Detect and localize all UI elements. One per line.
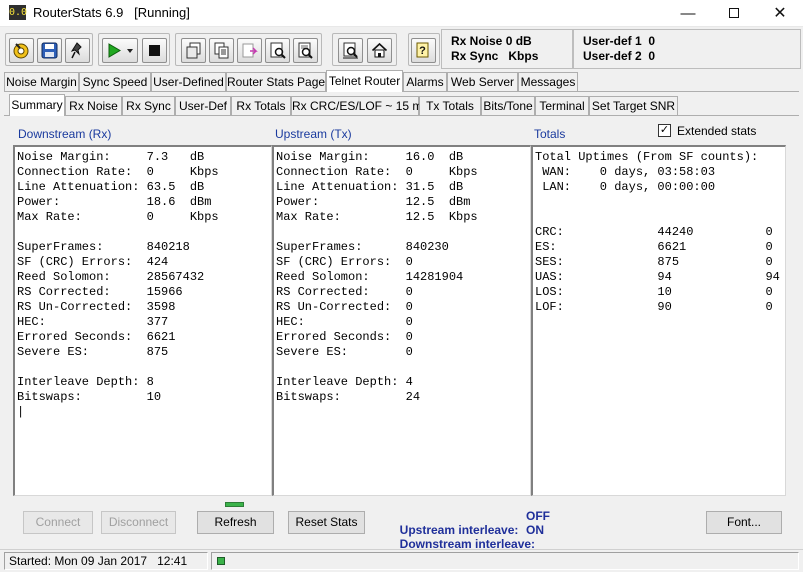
maximize-icon [729,7,739,18]
tab-router-stats-page[interactable]: Router Stats Page [226,72,326,92]
tab-telnet-router[interactable]: Telnet Router [326,70,403,92]
tab-tx-totals[interactable]: Tx Totals [419,96,481,116]
svg-text:?: ? [419,45,426,57]
rx-sync-value: Kbps [508,49,539,63]
downstream-panel[interactable]: Noise Margin: 7.3 dB Connection Rate: 0 … [13,145,272,496]
preview-zoom-button[interactable] [293,38,318,63]
preview-button[interactable] [265,38,290,63]
app-logo-icon: 0.0 [9,5,28,20]
connect-wizard-icon [13,43,29,59]
tab-bits-tone[interactable]: Bits/Tone [481,96,535,116]
copy-button[interactable] [181,38,206,63]
report-icon [343,42,358,59]
started-time: Started: Mon 09 Jan 2017 12:41 [4,552,208,570]
tab-sync-speed[interactable]: Sync Speed [79,72,151,92]
rx-sync-label: Rx Sync [451,49,499,63]
copy-icon [186,42,201,59]
downstream-stats-text: Noise Margin: 7.3 dB Connection Rate: 0 … [17,150,219,419]
tab-messages[interactable]: Messages [518,72,578,92]
maximize-button[interactable] [711,0,757,27]
sub-tab-bar: Summary Rx Noise Rx Sync User-Def Rx Tot… [4,94,799,116]
totals-title: Totals [534,127,566,141]
pin-icon [70,42,82,59]
tab-summary[interactable]: Summary [9,94,65,116]
toolbar-group-file [5,33,93,66]
upstream-stats-text: Noise Margin: 16.0 dB Connection Rate: 0… [276,150,478,404]
tab-set-target-snr[interactable]: Set Target SNR [589,96,678,116]
rx-noise-label: Rx Noise [451,34,503,48]
rx-noise-value: 0 dB [505,34,532,48]
paste-icon [242,43,258,58]
main-tab-bar: Noise Margin Sync Speed User-Defined Rou… [4,70,799,92]
connect-button[interactable]: Connect [23,511,93,534]
tab-user-defined[interactable]: User-Defined [151,72,226,92]
extended-stats-checkbox[interactable]: ✓ [658,124,671,137]
paste-button[interactable] [237,38,262,63]
toolbar-group-report [332,33,397,66]
toolbar: ? Rx Noise 0 dB Rx Sync Kbps User-def 1 … [0,29,803,69]
reset-stats-button[interactable]: Reset Stats [288,511,365,534]
user-def-1-value: 0 [648,34,656,48]
preview-icon [270,42,286,59]
save-icon [41,42,58,59]
close-button[interactable]: ✕ [757,0,803,27]
tab-terminal[interactable]: Terminal [535,96,589,116]
start-button[interactable] [102,38,138,63]
help-icon: ? [416,42,429,58]
totals-stats-text: Total Uptimes (From SF counts): WAN: 0 d… [535,150,780,314]
connection-status-led [217,557,225,565]
copy-text-icon [214,42,229,59]
tab-rx-totals[interactable]: Rx Totals [231,96,291,116]
status-panel-empty [211,552,799,570]
disconnect-button[interactable]: Disconnect [101,511,176,534]
home-icon [371,42,388,58]
play-icon [108,43,133,58]
refresh-button[interactable]: Refresh [197,511,274,534]
tab-alarms[interactable]: Alarms [403,72,447,92]
tab-rx-noise[interactable]: Rx Noise [65,96,122,116]
sub-tab-divider [4,115,799,116]
upstream-panel[interactable]: Noise Margin: 16.0 dB Connection Rate: 0… [272,145,531,496]
refresh-indicator-led [225,502,244,507]
title-bar: 0.0 RouterStats 6.9 [Running] — ✕ [0,0,803,27]
user-def-2-value: 0 [648,49,656,63]
extended-stats-label[interactable]: Extended stats [677,124,756,138]
rx-status-panel: Rx Noise 0 dB Rx Sync Kbps [441,29,573,69]
totals-panel[interactable]: Total Uptimes (From SF counts): WAN: 0 d… [531,145,786,496]
report-button[interactable] [338,38,363,63]
window-title: RouterStats 6.9 [Running] [33,5,190,20]
downstream-interleave-value: ON [526,523,544,537]
minimize-button[interactable]: — [665,0,711,27]
upstream-interleave-value: OFF [526,509,550,523]
tab-user-def[interactable]: User-Def [175,96,231,116]
tab-web-server[interactable]: Web Server [447,72,518,92]
save-button[interactable] [37,38,62,63]
status-bar: Started: Mon 09 Jan 2017 12:41 [0,549,803,572]
font-button[interactable]: Font... [706,511,782,534]
user-def-1-label: User-def 1 [583,34,642,48]
preview-zoom-icon [298,42,313,59]
pin-button[interactable] [65,38,90,63]
toolbar-group-help: ? [408,33,440,66]
toolbar-group-run [98,33,170,66]
tab-noise-margin[interactable]: Noise Margin [4,72,79,92]
user-def-status-panel: User-def 1 0 User-def 2 0 [573,29,801,69]
home-button[interactable] [367,38,392,63]
connect-wizard-button[interactable] [9,38,34,63]
tab-rx-sync[interactable]: Rx Sync [122,96,175,116]
stop-icon [149,45,160,56]
help-button[interactable]: ? [411,38,436,63]
upstream-title: Upstream (Tx) [275,127,352,141]
copy-text-button[interactable] [209,38,234,63]
tab-rx-crc-es-lof[interactable]: Rx CRC/ES/LOF ~ 15 min [291,96,432,116]
user-def-2-label: User-def 2 [583,49,642,63]
toolbar-group-edit [175,33,322,66]
stop-button[interactable] [142,38,167,63]
dropdown-arrow-icon [127,49,133,53]
downstream-title: Downstream (Rx) [18,127,112,141]
